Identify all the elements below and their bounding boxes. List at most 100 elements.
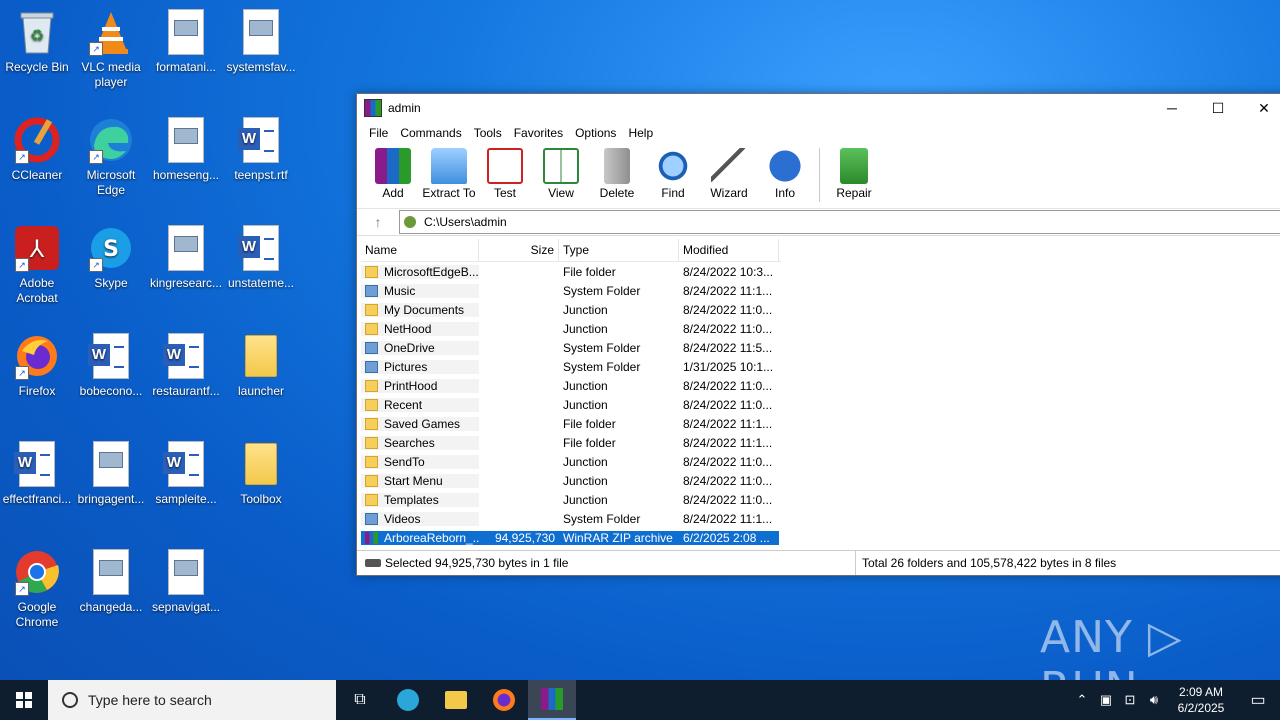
minimize-button[interactable]: ─ bbox=[1149, 94, 1195, 122]
notification-icon[interactable]: ▭ bbox=[1236, 690, 1280, 710]
desktop-icon-teenpst[interactable]: W teenpst.rtf bbox=[225, 116, 297, 183]
file-list[interactable]: Name Size Type Modified MicrosoftEdgeB..… bbox=[361, 239, 781, 547]
menu-favorites[interactable]: Favorites bbox=[508, 126, 569, 140]
chrome-icon: ↗ bbox=[13, 548, 61, 596]
image-file-icon bbox=[162, 224, 210, 272]
desktop-icon-changeda[interactable]: changeda... bbox=[75, 548, 147, 615]
desktop-icon-bobecono[interactable]: W bobecono... bbox=[75, 332, 147, 399]
desktop-icon-google-chrome[interactable]: ↗ Google Chrome bbox=[1, 548, 73, 630]
desktop-icon-adobe-acrobat[interactable]: ⅄ ↗ Adobe Acrobat bbox=[1, 224, 73, 306]
desktop-icon-unstateme[interactable]: W unstateme... bbox=[225, 224, 297, 291]
wizard-button[interactable]: Wizard bbox=[701, 144, 757, 200]
file-row[interactable]: ArboreaReborn_... 94,925,730 WinRAR ZIP ar… bbox=[361, 528, 781, 547]
desktop-icon-launcher[interactable]: launcher bbox=[225, 332, 297, 399]
file-row[interactable]: Searches File folder 8/24/2022 11:1... bbox=[361, 433, 781, 452]
column-type[interactable]: Type bbox=[559, 239, 679, 261]
close-button[interactable]: ✕ bbox=[1241, 94, 1280, 122]
folder-icon bbox=[365, 493, 378, 506]
wizard-icon bbox=[711, 148, 747, 184]
clock[interactable]: 2:09 AM 6/2/2025 bbox=[1166, 684, 1236, 716]
file-row[interactable]: NetHood Junction 8/24/2022 11:0... bbox=[361, 319, 781, 338]
file-modified: 8/24/2022 11:0... bbox=[683, 492, 773, 507]
up-arrow-icon[interactable]: ↑ bbox=[357, 214, 399, 230]
file-row[interactable]: Start Menu Junction 8/24/2022 11:0... bbox=[361, 471, 781, 490]
add-button[interactable]: Add bbox=[365, 144, 421, 200]
desktop-icon-toolbox[interactable]: Toolbox bbox=[225, 440, 297, 507]
menu-help[interactable]: Help bbox=[622, 126, 659, 140]
file-row[interactable]: SendTo Junction 8/24/2022 11:0... bbox=[361, 452, 781, 471]
chevron-up-icon[interactable]: ⌃ bbox=[1070, 692, 1094, 708]
desktop-icon-recycle-bin[interactable]: ♻ Recycle Bin bbox=[1, 8, 73, 75]
task-view-button[interactable]: ⧉ bbox=[336, 680, 384, 720]
task-view-icon: ⧉ bbox=[354, 691, 366, 708]
desktop-icon-firefox[interactable]: ↗ Firefox bbox=[1, 332, 73, 399]
desktop-icon-skype[interactable]: S ↗ Skype bbox=[75, 224, 147, 291]
test-button[interactable]: Test bbox=[477, 144, 533, 200]
taskbar-search[interactable]: Type here to search bbox=[48, 680, 336, 720]
file-list-header: Name Size Type Modified bbox=[361, 239, 781, 262]
repair-button[interactable]: Repair bbox=[826, 144, 882, 200]
desktop-icon-sampleite[interactable]: W sampleite... bbox=[150, 440, 222, 507]
menu-tools[interactable]: Tools bbox=[468, 126, 508, 140]
taskbar-edge[interactable] bbox=[384, 680, 432, 720]
folder-icon bbox=[237, 440, 285, 488]
view-icon bbox=[543, 148, 579, 184]
file-row[interactable]: Templates Junction 8/24/2022 11:0... bbox=[361, 490, 781, 509]
start-button[interactable] bbox=[0, 680, 48, 720]
file-name: Start Menu bbox=[384, 473, 443, 488]
desktop-icon-effectfranci[interactable]: W effectfranci... bbox=[1, 440, 73, 507]
file-modified: 8/24/2022 11:0... bbox=[683, 397, 773, 412]
file-row[interactable]: Saved Games File folder 8/24/2022 11:1... bbox=[361, 414, 781, 433]
drive-icon bbox=[404, 216, 416, 228]
file-row[interactable]: Videos System Folder 8/24/2022 11:1... bbox=[361, 509, 781, 528]
taskbar-winrar[interactable] bbox=[528, 680, 576, 720]
column-size[interactable]: Size bbox=[479, 239, 559, 261]
taskbar-file-explorer[interactable] bbox=[432, 680, 480, 720]
volume-icon[interactable]: 🔊︎ bbox=[1142, 692, 1166, 708]
desktop-icon-formatani[interactable]: formatani... bbox=[150, 8, 222, 75]
menu-options[interactable]: Options bbox=[569, 126, 622, 140]
title-bar[interactable]: admin ─ ☐ ✕ bbox=[357, 94, 1280, 122]
device-icon[interactable]: ▣ bbox=[1094, 692, 1118, 708]
column-modified[interactable]: Modified bbox=[679, 239, 779, 261]
info-button[interactable]: Info bbox=[757, 144, 813, 200]
file-row[interactable]: Pictures System Folder 1/31/2025 10:1... bbox=[361, 357, 781, 376]
path-field[interactable]: C:\Users\admin bbox=[399, 210, 1280, 234]
desktop-icon-ccleaner[interactable]: ↗ CCleaner bbox=[1, 116, 73, 183]
file-modified: 8/24/2022 11:0... bbox=[683, 378, 773, 393]
menu-commands[interactable]: Commands bbox=[394, 126, 467, 140]
desktop-icon-vlc[interactable]: ↗ VLC media player bbox=[75, 8, 147, 90]
desktop-icon-restaurantf[interactable]: W restaurantf... bbox=[150, 332, 222, 399]
desktop-icon-microsoft-edge[interactable]: ↗ Microsoft Edge bbox=[75, 116, 147, 198]
maximize-button[interactable]: ☐ bbox=[1195, 94, 1241, 122]
desktop-icon-homeseng[interactable]: homeseng... bbox=[150, 116, 222, 183]
taskbar-firefox[interactable] bbox=[480, 680, 528, 720]
desktop-icon-sepnavigat[interactable]: sepnavigat... bbox=[150, 548, 222, 615]
file-row[interactable]: Recent Junction 8/24/2022 11:0... bbox=[361, 395, 781, 414]
file-name-cell: Saved Games bbox=[361, 416, 479, 431]
file-type: Junction bbox=[563, 378, 608, 393]
desktop-icon-bringagent[interactable]: bringagent... bbox=[75, 440, 147, 507]
file-row[interactable]: Music System Folder 8/24/2022 11:1... bbox=[361, 281, 781, 300]
menu-file[interactable]: File bbox=[363, 126, 394, 140]
file-row[interactable]: MicrosoftEdgeB... File folder 8/24/2022 10… bbox=[361, 262, 781, 281]
file-name: Recent bbox=[384, 397, 423, 412]
network-icon[interactable]: ⊡ bbox=[1118, 692, 1142, 708]
desktop-icon-kingresearc[interactable]: kingresearc... bbox=[150, 224, 222, 291]
view-button[interactable]: View bbox=[533, 144, 589, 200]
extract-to-button[interactable]: Extract To bbox=[421, 144, 477, 200]
delete-button[interactable]: Delete bbox=[589, 144, 645, 200]
file-row[interactable]: My Documents Junction 8/24/2022 11:0... bbox=[361, 300, 781, 319]
word-document-icon: W bbox=[87, 332, 135, 380]
find-button[interactable]: Find bbox=[645, 144, 701, 200]
folder-icon bbox=[365, 436, 378, 449]
status-bar: Selected 94,925,730 bytes in 1 file Tota… bbox=[357, 550, 1280, 575]
file-name-cell: Templates bbox=[361, 492, 479, 507]
file-row[interactable]: OneDrive System Folder 8/24/2022 11:5... bbox=[361, 338, 781, 357]
file-row[interactable]: PrintHood Junction 8/24/2022 11:0... bbox=[361, 376, 781, 395]
desktop-icon-systemsfav[interactable]: systemsfav... bbox=[225, 8, 297, 75]
column-name[interactable]: Name bbox=[361, 239, 479, 261]
winrar-window[interactable]: admin ─ ☐ ✕ File Commands Tools Favorite… bbox=[356, 93, 1280, 576]
folder-icon bbox=[365, 455, 378, 468]
file-name-cell: Music bbox=[361, 283, 479, 298]
